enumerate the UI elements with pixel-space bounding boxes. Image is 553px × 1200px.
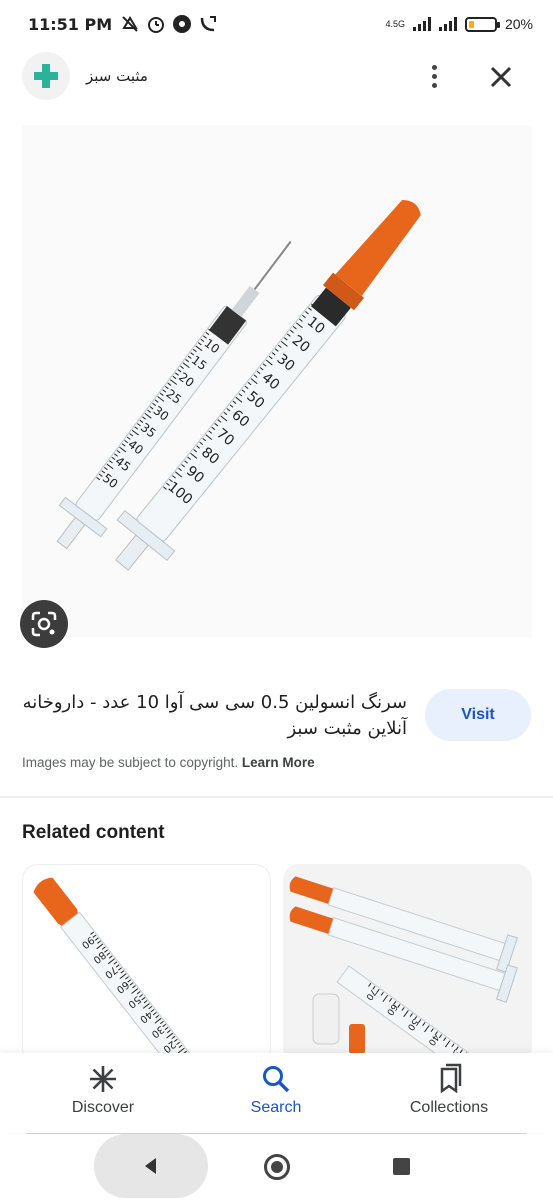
main-image[interactable]: 10 15 20 25 30 35 40 45 50 10 20 30 40 50 60 70 80 90 100 (22, 125, 532, 637)
learn-more-link[interactable]: Learn More (242, 755, 315, 770)
status-icons (120, 14, 218, 34)
related-image-syringe: 102030405060708090 (33, 877, 204, 1063)
google-lens-icon (31, 611, 57, 637)
signal-icon (438, 17, 457, 31)
battery-icon (464, 16, 500, 32)
back-button[interactable] (94, 1134, 208, 1198)
asterisk-icon (90, 1066, 116, 1092)
calendar-badge-icon (173, 15, 192, 33)
bookmarks-icon (440, 1063, 462, 1094)
battery-percent: 20% (504, 16, 533, 32)
call-forward-icon (200, 16, 217, 32)
close-icon[interactable] (486, 62, 516, 92)
nav-search[interactable]: Search (206, 1063, 346, 1117)
alarm-icon (148, 17, 165, 33)
viewer-header: مثبت سبز (0, 50, 553, 102)
nav-discover[interactable]: Discover (33, 1063, 173, 1117)
back-icon (145, 1158, 156, 1174)
google-lens-button[interactable] (20, 600, 68, 648)
copyright-text: Images may be subject to copyright. (22, 755, 239, 770)
copyright-notice: Images may be subject to copyright. Lear… (22, 755, 315, 770)
more-options-button[interactable] (420, 60, 448, 92)
nav-search-label: Search (250, 1099, 302, 1116)
home-button[interactable] (264, 1154, 290, 1180)
bottom-navigation: Discover Search Collections (0, 1053, 553, 1133)
related-card[interactable]: 102030405060708090 (22, 864, 271, 1064)
network-type: 4.5G (385, 18, 405, 29)
image-title[interactable]: سرنگ انسولین 0.5 سی سی آوا 10 عدد - دارو… (22, 690, 407, 742)
search-icon (263, 1066, 290, 1093)
battery-level (468, 20, 475, 28)
image-title-line2: آنلاین مثبت سبز (287, 718, 407, 739)
syringes-illustration: 101520253035404550 102030405060708090100 (56, 199, 421, 571)
related-card[interactable]: 10203040506070 (283, 864, 532, 1064)
more-vert-icon (431, 64, 437, 70)
nav-collections-label: Collections (409, 1099, 489, 1116)
signal-icon (412, 17, 431, 31)
site-logo[interactable] (22, 52, 70, 100)
visit-button[interactable]: Visit (425, 689, 531, 741)
green-cross-icon (34, 64, 58, 88)
site-name[interactable]: مثبت سبز (86, 67, 148, 85)
recents-button[interactable] (393, 1158, 410, 1175)
mute-icon (122, 16, 138, 32)
status-time: 11:51 PM (28, 14, 113, 34)
status-right: 4.5G 20% (385, 16, 533, 32)
nav-discover-label: Discover (71, 1099, 135, 1116)
related-content-title: Related content (22, 822, 165, 843)
nav-collections[interactable]: Collections (379, 1063, 519, 1117)
related-image-syringes: 10203040506070 (289, 876, 518, 1064)
status-bar: 11:51 PM 4.5G 20% (0, 0, 553, 48)
system-navigation (0, 1134, 553, 1200)
section-divider (0, 796, 553, 798)
image-title-line1: سرنگ انسولین 0.5 سی سی آوا 10 عدد - دارو… (22, 692, 407, 713)
image-viewer-screen: 11:51 PM 4.5G 20% مثبت سبز 10 15 20 25 3… (0, 0, 553, 1200)
